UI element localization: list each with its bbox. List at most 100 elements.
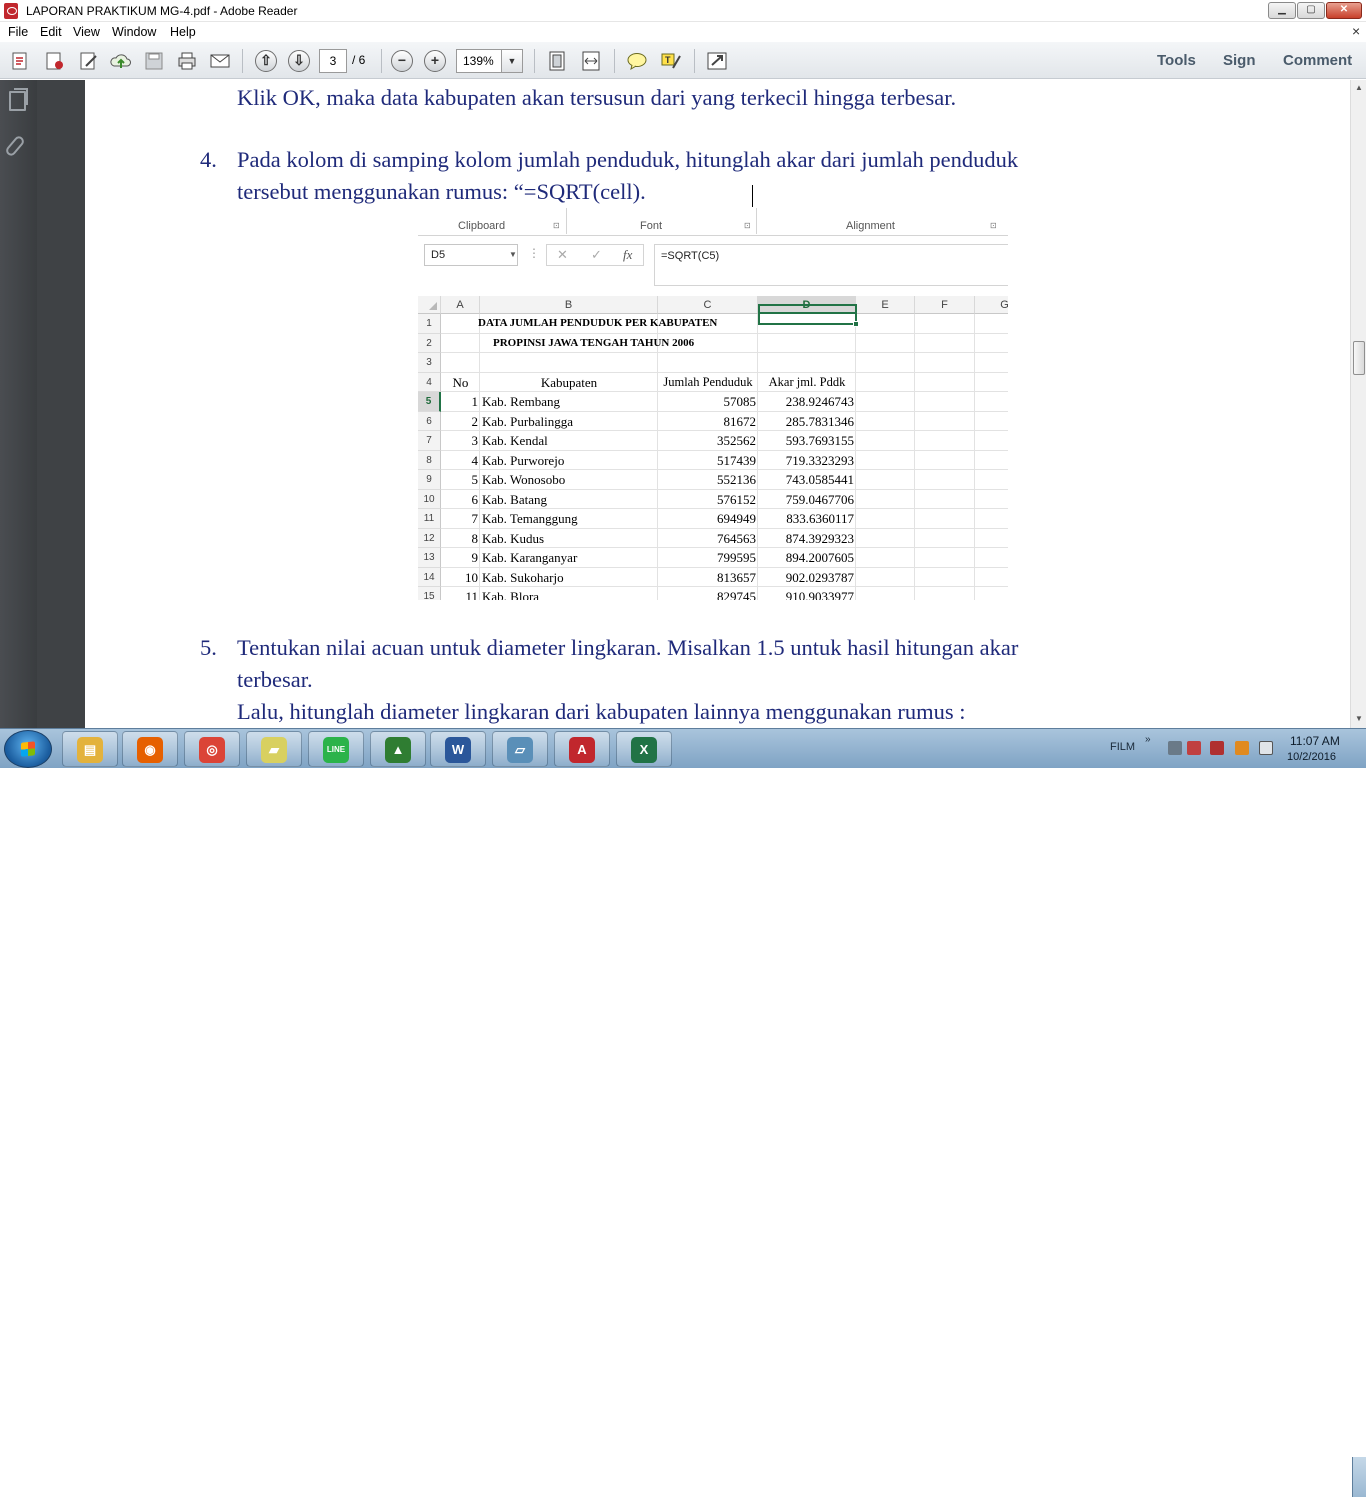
clock-date[interactable]: 10/2/2016 <box>1287 751 1336 763</box>
start-button[interactable] <box>4 730 52 768</box>
cell-akar: 285.7831346 <box>785 413 854 429</box>
zoom-level-input[interactable]: 139% <box>456 49 502 73</box>
cell-akar: 874.3929323 <box>785 530 854 546</box>
email-icon[interactable] <box>209 51 231 71</box>
grid-cell <box>975 334 1008 353</box>
minimize-button[interactable]: ▁ <box>1268 2 1296 19</box>
print-icon[interactable] <box>176 51 198 71</box>
next-page-button[interactable]: ⇩ <box>288 50 310 72</box>
file-explorer-icon: ▤ <box>77 737 103 763</box>
comment-pane-button[interactable]: Comment <box>1283 52 1352 69</box>
full-screen-icon[interactable] <box>706 51 728 71</box>
menu-edit[interactable]: Edit <box>40 25 62 39</box>
attachments-icon[interactable] <box>4 134 26 158</box>
page-thumbnails-icon[interactable] <box>9 88 28 111</box>
grid-cell <box>975 529 1008 548</box>
grid-cell <box>915 314 975 334</box>
grid-cell <box>915 470 975 490</box>
tray-overflow-icon[interactable]: » <box>1145 734 1151 745</box>
menu-help[interactable]: Help <box>170 25 196 39</box>
taskbar-app-button[interactable]: ▰ <box>246 731 302 767</box>
header-kabupaten: Kabupaten <box>540 374 598 390</box>
taskbar-app-button[interactable]: ◉ <box>122 731 178 767</box>
taskbar-app-button[interactable]: ▲ <box>370 731 426 767</box>
maximize-button[interactable]: ▢ <box>1297 2 1325 19</box>
highlight-icon[interactable]: T <box>660 51 682 71</box>
sign-edit-icon[interactable] <box>78 51 100 71</box>
cell-akar: 759.0467706 <box>785 491 854 507</box>
zoom-in-button[interactable]: + <box>424 50 446 72</box>
word-icon: W <box>445 737 471 763</box>
taskbar-app-button[interactable]: X <box>616 731 672 767</box>
grid-cell <box>975 314 1008 334</box>
row-header: 14 <box>418 567 441 587</box>
network-icon[interactable] <box>1168 741 1182 755</box>
fit-width-icon[interactable] <box>580 51 602 71</box>
zoom-out-button[interactable]: − <box>391 50 413 72</box>
document-view[interactable]: Klik OK, maka data kabupaten akan tersus… <box>37 80 1350 728</box>
cell-no: 10 <box>465 569 478 585</box>
cell-kabupaten: Kab. Temanggung <box>482 511 578 526</box>
create-pdf-icon[interactable] <box>10 51 32 71</box>
cell-no: 9 <box>471 550 479 565</box>
scroll-up-icon[interactable]: ▲ <box>1352 81 1366 95</box>
scrollbar-thumb[interactable] <box>1353 341 1365 375</box>
cell-no: 11 <box>465 589 478 600</box>
sheet-subtitle: PROPINSI JAWA TENGAH TAHUN 2006 <box>493 336 695 349</box>
taskbar-app-button[interactable]: ◎ <box>184 731 240 767</box>
security-alert-icon[interactable] <box>1187 741 1201 755</box>
show-desktop-button[interactable] <box>1352 1457 1366 1497</box>
function-icon: fx <box>623 247 633 262</box>
vertical-scrollbar[interactable]: ▲ ▼ <box>1350 80 1366 728</box>
column-header-a: A <box>441 296 480 314</box>
grid-cell <box>975 353 1008 373</box>
cell-akar: 894.2007605 <box>785 550 854 565</box>
grid-cell <box>856 353 915 373</box>
grid-cell <box>975 548 1008 568</box>
save-icon[interactable] <box>143 51 165 71</box>
menu-file[interactable]: File <box>8 25 28 39</box>
fit-page-icon[interactable] <box>546 51 568 71</box>
cell-jumlah: 694949 <box>717 511 756 526</box>
grid-cell <box>975 392 1008 412</box>
antivirus-icon[interactable] <box>1210 741 1224 755</box>
zoom-dropdown-button[interactable]: ▼ <box>502 49 523 73</box>
menu-window[interactable]: Window <box>112 25 156 39</box>
sheet-title: DATA JUMLAH PENDUDUK PER KABUPATEN <box>478 317 718 329</box>
sign-pane-button[interactable]: Sign <box>1223 52 1256 69</box>
row-header: 2 <box>418 333 441 353</box>
cell-kabupaten: Kab. Kudus <box>482 530 545 546</box>
taskbar-app-button[interactable]: LINE <box>308 731 364 767</box>
page-number-input[interactable]: 3 <box>319 49 347 73</box>
ribbon-group-font: Font <box>640 220 663 232</box>
grid-cell <box>975 431 1008 451</box>
previous-page-button[interactable]: ⇧ <box>255 50 277 72</box>
edit-pdf-icon[interactable] <box>44 51 66 71</box>
close-button[interactable]: ✕ <box>1326 2 1362 19</box>
tools-pane-button[interactable]: Tools <box>1157 52 1196 69</box>
grid-cell <box>856 450 915 470</box>
notepad-icon: ▱ <box>507 737 533 763</box>
sticky-note-icon[interactable] <box>626 51 648 71</box>
taskbar-app-button[interactable]: A <box>554 731 610 767</box>
grid-cell <box>975 568 1008 587</box>
grid-cell <box>915 431 975 451</box>
close-document-icon[interactable]: × <box>1352 23 1360 39</box>
menu-view[interactable]: View <box>73 25 100 39</box>
name-box-value: D5 <box>431 249 446 261</box>
grid-cell <box>975 451 1008 470</box>
row-header: 6 <box>418 411 441 431</box>
row-header: 10 <box>418 489 441 509</box>
volume-icon[interactable] <box>1259 741 1273 755</box>
excel-ribbon: Clipboard ⊡ Font ⊡ Alignment ⊡ <box>418 208 1008 236</box>
signal-icon[interactable] <box>1235 741 1249 755</box>
taskbar-app-button[interactable]: ▱ <box>492 731 548 767</box>
scroll-down-icon[interactable]: ▼ <box>1352 712 1366 726</box>
clock-time[interactable]: 11:07 AM <box>1290 734 1340 748</box>
upload-cloud-icon[interactable] <box>110 51 132 71</box>
archicad-icon: ▲ <box>385 737 411 763</box>
taskbar-app-button[interactable]: ▤ <box>62 731 118 767</box>
taskbar-app-button[interactable]: W <box>430 731 486 767</box>
name-box: D5 ▼ <box>424 244 518 266</box>
grid-cell <box>856 470 915 490</box>
